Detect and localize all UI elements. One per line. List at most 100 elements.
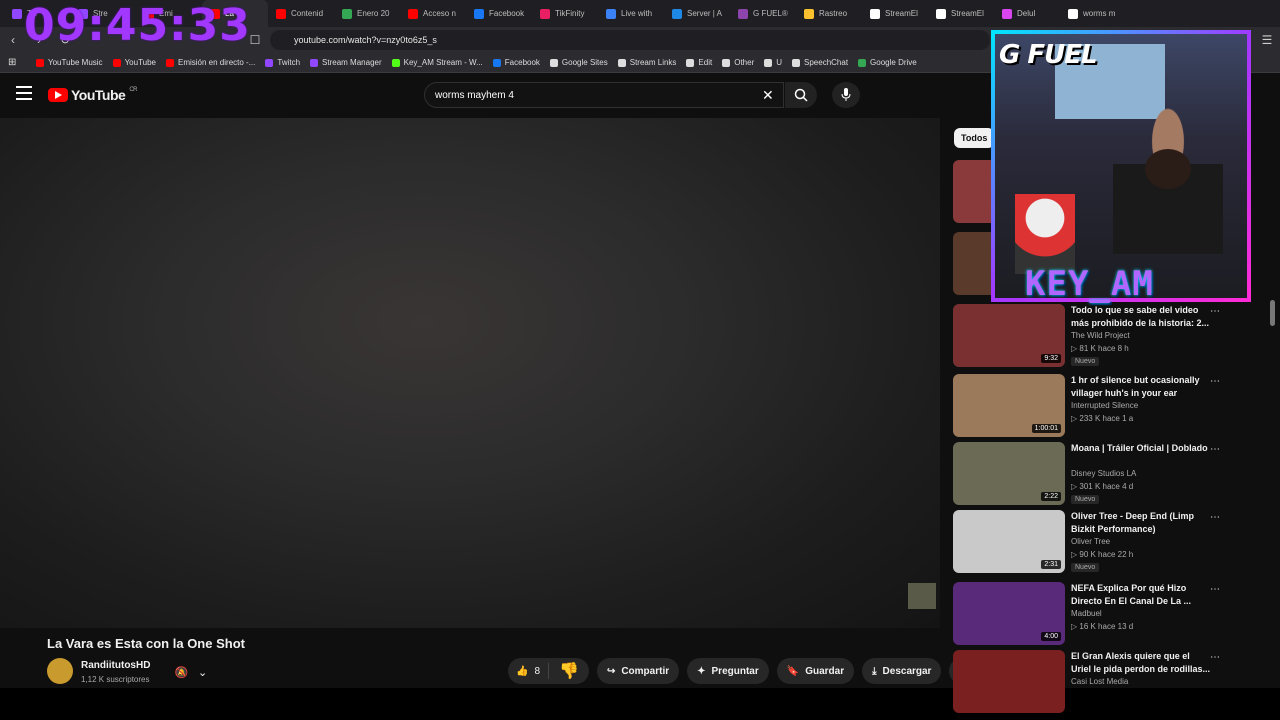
- youtube-logo[interactable]: YouTube CR: [48, 87, 137, 103]
- recommendation-item[interactable]: 9:32 Todo lo que se sabe del video más pr…: [953, 304, 1228, 368]
- browser-tab[interactable]: Server | A: [664, 0, 730, 27]
- bookmark-item[interactable]: Google Sites: [549, 58, 608, 67]
- recommendation-channel[interactable]: Interrupted Silence: [1071, 401, 1138, 410]
- bookmark-item[interactable]: Other: [722, 58, 754, 67]
- browser-menu-icon[interactable]: ☰: [1254, 27, 1280, 53]
- search-input[interactable]: worms mayhem 4: [424, 82, 784, 108]
- bookmark-favicon-icon: [858, 58, 867, 67]
- player-overlay-thumbnail[interactable]: [908, 583, 936, 609]
- share-button[interactable]: ↪ Compartir: [596, 658, 680, 684]
- save-button[interactable]: 🔖 Guardar: [776, 658, 855, 684]
- dislike-button[interactable]: 👎: [549, 661, 589, 681]
- ask-button[interactable]: ✦ Preguntar: [687, 658, 769, 684]
- recommendation-thumbnail[interactable]: 2:22: [953, 442, 1065, 505]
- browser-tab[interactable]: Enero 20: [334, 0, 400, 27]
- url-text: youtube.com/watch?v=nzy0to6z5_s: [294, 35, 437, 45]
- recommendation-item[interactable]: 4:00 NEFA Explica Por qué Hizo Directo En…: [953, 582, 1228, 646]
- notification-settings-button[interactable]: 🔕 ⌄: [170, 660, 212, 684]
- bookmark-item[interactable]: YouTube Music: [36, 58, 103, 67]
- recommendation-item[interactable]: 2:31 Oliver Tree - Deep End (Limp Bizkit …: [953, 510, 1228, 574]
- bookmark-item[interactable]: U: [764, 58, 782, 67]
- bookmark-item[interactable]: Twitch: [265, 58, 300, 67]
- recommendation-item[interactable]: 2:22 Moana | Tráiler Oficial | Doblado Dis…: [953, 442, 1228, 506]
- tab-favicon-icon: [606, 8, 616, 19]
- tab-label: TikFinity: [555, 9, 585, 18]
- recommendation-title[interactable]: El Gran Alexis quiere que el Uriel le pi…: [1071, 650, 1211, 676]
- bookmark-item[interactable]: Google Drive: [858, 58, 917, 67]
- like-button[interactable]: 👍 8: [508, 663, 550, 679]
- bookmark-item[interactable]: YouTube: [112, 58, 156, 67]
- browser-tab[interactable]: StreamEl: [862, 0, 928, 27]
- bookmark-item[interactable]: Key_AM Stream - W...: [391, 58, 483, 67]
- more-options-icon[interactable]: ⋯: [1210, 652, 1220, 663]
- recommendation-channel[interactable]: The Wild Project: [1071, 331, 1130, 340]
- more-options-icon[interactable]: ⋯: [1210, 444, 1220, 455]
- browser-tab[interactable]: Facebook: [466, 0, 532, 27]
- more-options-icon[interactable]: ⋯: [1210, 376, 1220, 387]
- recommendation-thumbnail[interactable]: 2:31: [953, 510, 1065, 573]
- more-options-icon[interactable]: ⋯: [1210, 584, 1220, 595]
- recommendation-title[interactable]: Moana | Tráiler Oficial | Doblado: [1071, 442, 1211, 455]
- bookmark-item[interactable]: Edit: [686, 58, 712, 67]
- video-player[interactable]: [0, 118, 940, 628]
- tab-label: Facebook: [489, 9, 525, 18]
- more-options-icon[interactable]: ⋯: [1210, 512, 1220, 523]
- recommendation-title[interactable]: Todo lo que se sabe del video más prohib…: [1071, 304, 1211, 330]
- recommendation-channel[interactable]: Madbuel: [1071, 609, 1102, 618]
- clear-search-icon[interactable]: ✕: [762, 87, 774, 104]
- menu-icon[interactable]: [16, 86, 32, 100]
- browser-tab[interactable]: G FUEL®: [730, 0, 796, 27]
- recommendation-channel[interactable]: Disney Studios LA: [1071, 469, 1136, 478]
- recommendation-item[interactable]: El Gran Alexis quiere que el Uriel le pi…: [953, 650, 1228, 714]
- search-button[interactable]: [785, 82, 817, 108]
- subscriber-count: 1,12 K suscriptores: [81, 675, 150, 684]
- recommendation-thumbnail[interactable]: 4:00: [953, 582, 1065, 645]
- bookmark-item[interactable]: Facebook: [492, 58, 540, 67]
- browser-tab[interactable]: Acceso n: [400, 0, 466, 27]
- bookmark-item[interactable]: Emisión en directo -...: [166, 58, 255, 67]
- more-options-icon[interactable]: ⋯: [1210, 306, 1220, 317]
- download-button[interactable]: ⤓ Descargar: [862, 658, 942, 684]
- recommendation-thumbnail[interactable]: 1:00:01: [953, 374, 1065, 437]
- video-duration: 9:32: [1041, 354, 1061, 363]
- sidebar-scrollbar[interactable]: [1270, 300, 1275, 326]
- recommendation-title[interactable]: NEFA Explica Por qué Hizo Directo En El …: [1071, 582, 1211, 608]
- url-field[interactable]: youtube.com/watch?v=nzy0to6z5_s: [270, 30, 990, 50]
- apps-grid-icon[interactable]: ⊞: [8, 57, 16, 68]
- recommendation-thumbnail[interactable]: 9:32: [953, 304, 1065, 367]
- bookmark-item[interactable]: SpeechChat: [792, 58, 848, 67]
- thumbs-up-icon: 👍: [516, 665, 529, 677]
- browser-tab[interactable]: TikFinity: [532, 0, 598, 27]
- recommendation-thumbnail[interactable]: [953, 650, 1065, 713]
- recommendation-title[interactable]: 1 hr of silence but ocasionally villager…: [1071, 374, 1211, 400]
- filter-chip-all[interactable]: Todos: [954, 128, 995, 148]
- bookmark-label: SpeechChat: [804, 58, 849, 67]
- voice-search-button[interactable]: [832, 82, 860, 108]
- recommendation-title[interactable]: Oliver Tree - Deep End (Limp Bizkit Perf…: [1071, 510, 1211, 536]
- bookmark-item[interactable]: Stream Links: [617, 58, 676, 67]
- recommendation-channel[interactable]: Casi Lost Media: [1071, 677, 1128, 686]
- channel-avatar[interactable]: [47, 658, 73, 684]
- browser-tab[interactable]: Live with: [598, 0, 664, 27]
- browser-tab[interactable]: StreamEl: [928, 0, 994, 27]
- bookmark-item[interactable]: Stream Manager: [310, 58, 382, 67]
- search-icon: [794, 88, 808, 102]
- channel-name[interactable]: RandiitutosHD: [81, 660, 150, 671]
- save-label: Guardar: [805, 665, 845, 677]
- tab-favicon-icon: [672, 8, 682, 19]
- browser-tab[interactable]: Contenid: [268, 0, 334, 27]
- browser-tab[interactable]: Delul: [994, 0, 1060, 27]
- back-icon[interactable]: ‹: [0, 27, 26, 53]
- tab-label: Delul: [1017, 9, 1036, 18]
- recommendation-item[interactable]: 1:00:01 1 hr of silence but ocasionally v…: [953, 374, 1228, 438]
- plush-toy: [1015, 194, 1075, 274]
- bookmark-label: U: [776, 58, 783, 67]
- recommendation-meta: ▷ 16 K hace 13 d: [1071, 622, 1134, 631]
- browser-tab[interactable]: Rastreo: [796, 0, 862, 27]
- recommendation-channel[interactable]: Oliver Tree: [1071, 537, 1110, 546]
- save-icon: 🔖: [786, 665, 800, 677]
- tab-label: Acceso n: [423, 9, 456, 18]
- browser-tab[interactable]: worms m: [1060, 0, 1126, 27]
- tab-favicon-icon: [474, 8, 484, 19]
- tab-favicon-icon: [870, 8, 880, 19]
